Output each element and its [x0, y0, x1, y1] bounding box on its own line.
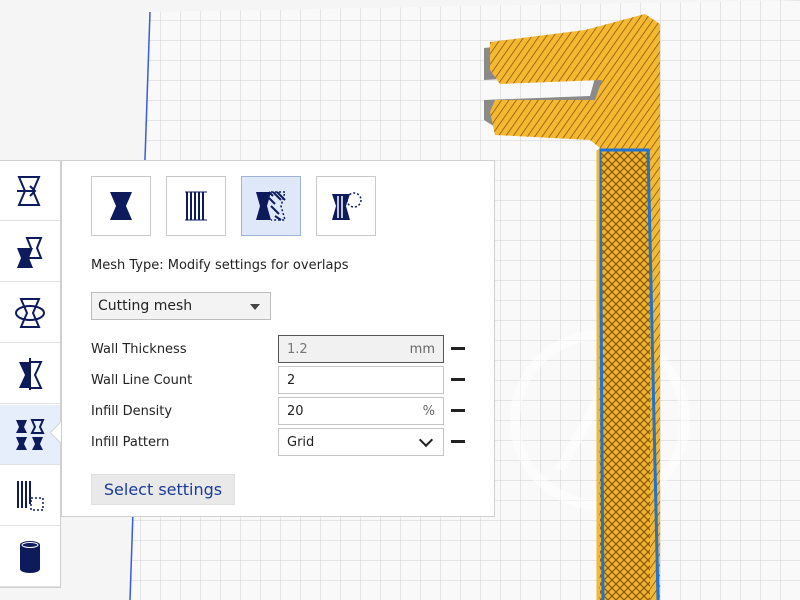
remove-wall-line-count-button[interactable] — [451, 378, 465, 381]
wall-thickness-field[interactable]: 1.2 mm — [278, 335, 444, 363]
dont-support-overlaps-button[interactable] — [316, 176, 376, 236]
select-settings-button[interactable]: Select settings — [91, 474, 235, 505]
remove-wall-thickness-button[interactable] — [451, 347, 465, 350]
anti-overhang-icon — [332, 192, 362, 220]
remove-infill-pattern-button[interactable] — [451, 440, 465, 443]
infill-pattern-label: Infill Pattern — [91, 435, 170, 450]
scale-icon — [17, 236, 43, 268]
modify-settings-for-overlaps-button[interactable] — [241, 176, 301, 236]
infill-density-unit: % — [422, 404, 435, 419]
mesh-type-label: Mesh Type: Modify settings for overlaps — [91, 258, 349, 273]
normal-model-icon — [110, 192, 132, 220]
per-model-settings-icon — [16, 418, 45, 450]
support-mesh-icon — [185, 191, 207, 221]
wall-thickness-value: 1.2 — [287, 342, 308, 357]
mirror-icon — [19, 357, 43, 390]
infill-density-value: 20 — [287, 404, 304, 419]
move-icon — [17, 175, 41, 206]
caret-down-icon — [250, 304, 260, 310]
mesh-type-dropdown-value: Cutting mesh — [98, 298, 193, 314]
infill-pattern-dropdown[interactable]: Grid — [278, 428, 444, 456]
print-as-support-button[interactable] — [166, 176, 226, 236]
per-model-settings-panel: Mesh Type: Modify settings for overlaps … — [61, 160, 495, 517]
wall-line-count-field[interactable]: 2 — [278, 366, 444, 394]
infill-density-label: Infill Density — [91, 404, 173, 419]
cylinder-tool-button[interactable] — [0, 527, 60, 587]
infill-pattern-value: Grid — [287, 435, 315, 450]
support-blocker-icon — [17, 480, 44, 511]
rotate-icon — [15, 297, 45, 328]
infill-density-field[interactable]: 20 % — [278, 397, 444, 425]
cylinder-icon — [20, 540, 40, 573]
wall-line-count-label: Wall Line Count — [91, 373, 193, 388]
cutting-mesh — [600, 150, 650, 600]
wall-thickness-unit: mm — [409, 342, 435, 357]
wall-line-count-value: 2 — [287, 373, 296, 388]
chevron-down-icon — [418, 432, 434, 448]
overlap-mesh-icon — [256, 191, 286, 221]
mesh-type-dropdown[interactable]: Cutting mesh — [91, 292, 271, 320]
wall-thickness-label: Wall Thickness — [91, 342, 187, 357]
scale-tool-button[interactable] — [0, 222, 60, 282]
move-tool-button[interactable] — [0, 161, 60, 221]
remove-infill-density-button[interactable] — [451, 409, 465, 412]
normal-model-button[interactable] — [91, 176, 151, 236]
left-toolbar — [0, 160, 61, 588]
rotate-tool-button[interactable] — [0, 283, 60, 343]
support-blocker-tool-button[interactable] — [0, 466, 60, 526]
mirror-tool-button[interactable] — [0, 344, 60, 404]
